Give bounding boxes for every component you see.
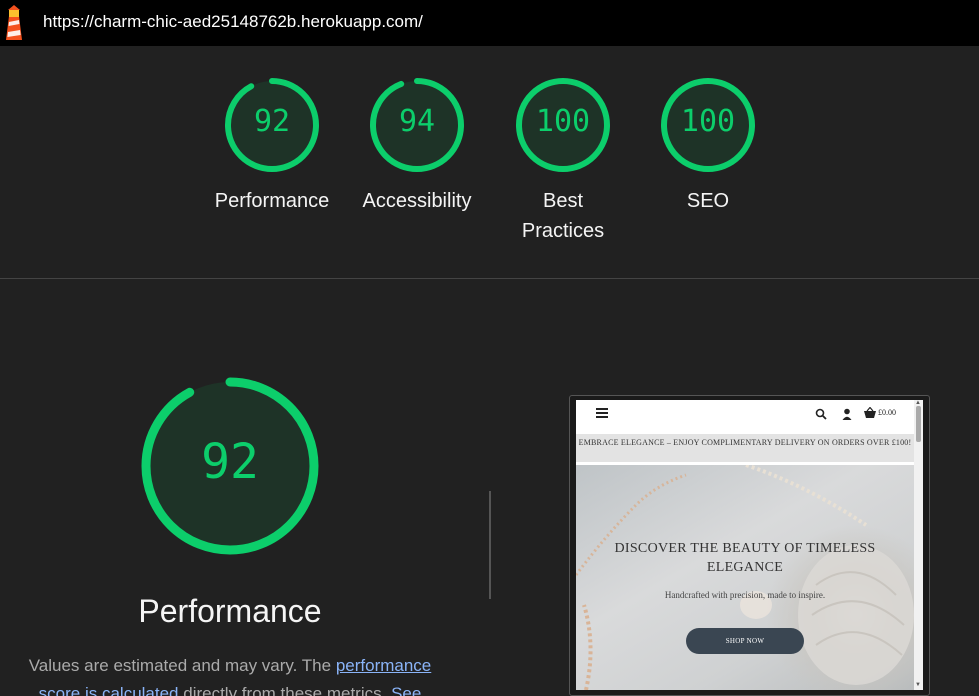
shop-now-button: SHOP NOW [686, 628, 804, 654]
hero-heading: DISCOVER THE BEAUTY OF TIMELESS ELEGANCE [614, 541, 876, 575]
description-text: directly from these metrics. [178, 684, 392, 696]
vertical-divider [489, 491, 491, 599]
gauge-label: Best Practices [521, 190, 605, 242]
gauge-score: 100 [535, 104, 591, 139]
gauge-score: 100 [680, 104, 736, 139]
final-screenshot: £0.00 EMBRACE ELEGANCE – ENJOY COMPLIMEN… [576, 400, 923, 690]
delivery-banner: EMBRACE ELEGANCE – ENJOY COMPLIMENTARY D… [576, 434, 914, 462]
performance-description: Values are estimated and may vary. The p… [10, 652, 450, 696]
hero-subheading: Handcrafted with precision, made to insp… [664, 590, 826, 600]
performance-score: 92 [201, 434, 259, 490]
gauge-seo[interactable]: 100 SEO [648, 76, 768, 216]
address-bar: https://charm-chic-aed25148762b.herokuap… [0, 0, 979, 46]
pearls-decoration-icon [576, 465, 914, 690]
gauge-label: Accessibility [362, 190, 472, 212]
lighthouse-logo-icon [6, 5, 22, 40]
gauge-accessibility[interactable]: 94 Accessibility [357, 76, 477, 216]
gauge-score: 92 [253, 104, 291, 139]
preview-scrollbar [914, 400, 923, 690]
gauge-performance[interactable]: 92 Performance [212, 76, 332, 216]
gauge-score: 94 [398, 104, 436, 139]
cart-total: £0.00 [878, 408, 896, 417]
user-icon [842, 408, 852, 420]
scroll-down-arrow-icon: ▼ [915, 682, 921, 688]
hamburger-menu-icon [596, 408, 608, 418]
search-icon [815, 408, 827, 420]
gauge-label: SEO [686, 190, 730, 212]
performance-title: Performance [138, 593, 322, 629]
scroll-up-arrow-icon: ▲ [915, 400, 921, 406]
basket-icon [864, 407, 876, 418]
gauge-best-practices[interactable]: 100 Best Practices [503, 76, 623, 246]
gauge-label: Performance [214, 190, 330, 212]
description-text: Values are estimated and may vary. The [28, 656, 336, 675]
preview-navbar: £0.00 [576, 400, 914, 430]
section-divider [0, 278, 979, 279]
see-calculator-link[interactable]: See [391, 684, 421, 696]
preview-scrollbar-thumb [916, 406, 921, 442]
page-url[interactable]: https://charm-chic-aed25148762b.herokuap… [43, 12, 423, 32]
